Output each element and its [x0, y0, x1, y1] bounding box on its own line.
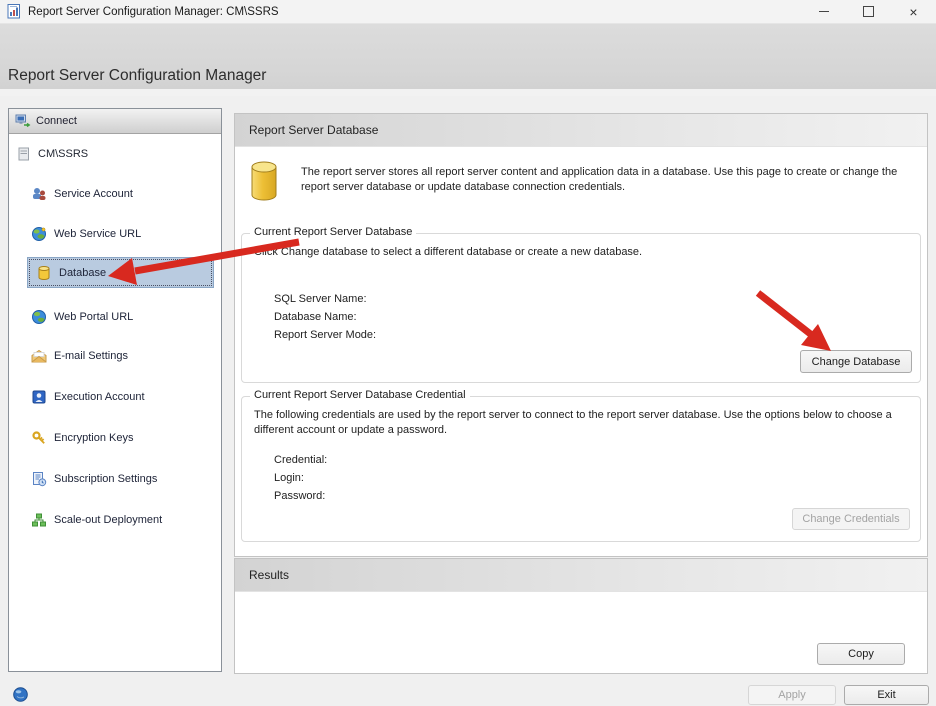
sidebar-item-email-settings[interactable]: E-mail Settings — [31, 345, 128, 367]
sidebar-item-label: Web Portal URL — [54, 311, 133, 323]
panel-intro-text: The report server stores all report serv… — [301, 165, 901, 195]
sidebar-item-database[interactable]: Database — [27, 257, 214, 288]
sidebar-item-label: Subscription Settings — [54, 473, 157, 485]
minimize-button[interactable] — [801, 0, 846, 23]
sidebar-item-label: Web Service URL — [54, 228, 141, 240]
subscription-settings-icon — [31, 471, 47, 487]
banner: Report Server Configuration Manager — [0, 24, 936, 96]
sidebar-item-label: E-mail Settings — [54, 350, 128, 362]
sql-server-name-label: SQL Server Name: — [274, 290, 376, 308]
current-database-group: Current Report Server Database Click Cha… — [241, 233, 921, 383]
close-icon: × — [909, 5, 917, 19]
titlebar: Report Server Configuration Manager: CM\… — [0, 0, 936, 24]
connect-label: Connect — [36, 115, 77, 127]
sidebar: Connect CM\SSRS Service Account — [8, 108, 222, 672]
database-icon — [36, 265, 52, 281]
exit-button[interactable]: Exit — [844, 685, 929, 705]
report-server-database-panel: Report Server Database The report server… — [234, 113, 928, 557]
scale-out-deployment-icon — [31, 512, 47, 528]
email-settings-icon — [31, 349, 47, 363]
maximize-button[interactable] — [846, 0, 891, 23]
help-button[interactable] — [13, 687, 28, 702]
copy-button[interactable]: Copy — [817, 643, 905, 665]
window-title: Report Server Configuration Manager: CM\… — [28, 6, 279, 18]
results-panel: Results Copy — [234, 558, 928, 674]
sidebar-item-web-portal-url[interactable]: Web Portal URL — [31, 306, 133, 328]
close-button[interactable]: × — [891, 0, 936, 23]
sidebar-item-label: Service Account — [54, 188, 133, 200]
sidebar-item-label: Encryption Keys — [54, 432, 133, 444]
database-name-label: Database Name: — [274, 308, 376, 326]
sidebar-item-subscription-settings[interactable]: Subscription Settings — [31, 468, 157, 490]
help-icon — [13, 687, 28, 702]
current-database-group-legend: Current Report Server Database — [250, 226, 416, 238]
connect-icon — [15, 114, 31, 128]
web-portal-url-icon — [31, 309, 47, 325]
panel-header: Report Server Database — [235, 114, 927, 147]
current-credential-group: Current Report Server Database Credentia… — [241, 396, 921, 542]
current-credential-group-legend: Current Report Server Database Credentia… — [250, 389, 470, 401]
app-icon — [7, 4, 22, 19]
sidebar-item-server[interactable]: CM\SSRS — [16, 147, 88, 161]
database-large-icon — [249, 160, 279, 205]
current-database-description: Click Change database to select a differ… — [254, 245, 904, 260]
change-credentials-button[interactable]: Change Credentials — [792, 508, 910, 530]
login-label: Login: — [274, 469, 327, 487]
execution-account-icon — [31, 389, 47, 405]
server-icon — [16, 147, 32, 161]
maximize-icon — [863, 6, 874, 17]
apply-button[interactable]: Apply — [748, 685, 836, 705]
report-server-mode-label: Report Server Mode: — [274, 326, 376, 344]
sidebar-item-label: Database — [59, 267, 106, 279]
server-name-label: CM\SSRS — [38, 148, 88, 160]
sidebar-item-execution-account[interactable]: Execution Account — [31, 386, 145, 408]
sidebar-item-label: Execution Account — [54, 391, 145, 403]
minimize-icon — [819, 11, 829, 12]
sidebar-item-scale-out-deployment[interactable]: Scale-out Deployment — [31, 509, 162, 531]
credential-label: Credential: — [274, 451, 327, 469]
sidebar-item-service-account[interactable]: Service Account — [31, 183, 133, 205]
panel-title: Report Server Database — [249, 123, 378, 137]
page-title: Report Server Configuration Manager — [8, 67, 266, 85]
sidebar-item-encryption-keys[interactable]: Encryption Keys — [31, 427, 133, 449]
sidebar-item-web-service-url[interactable]: Web Service URL — [31, 223, 141, 245]
current-credential-description: The following credentials are used by th… — [254, 408, 904, 438]
connect-header[interactable]: Connect — [9, 109, 221, 134]
results-header: Results — [235, 559, 927, 592]
service-account-icon — [31, 186, 47, 202]
sidebar-item-label: Scale-out Deployment — [54, 514, 162, 526]
encryption-keys-icon — [31, 430, 47, 446]
results-title: Results — [249, 568, 289, 582]
web-service-url-icon — [31, 226, 47, 242]
change-database-button[interactable]: Change Database — [800, 350, 912, 373]
password-label: Password: — [274, 487, 327, 505]
